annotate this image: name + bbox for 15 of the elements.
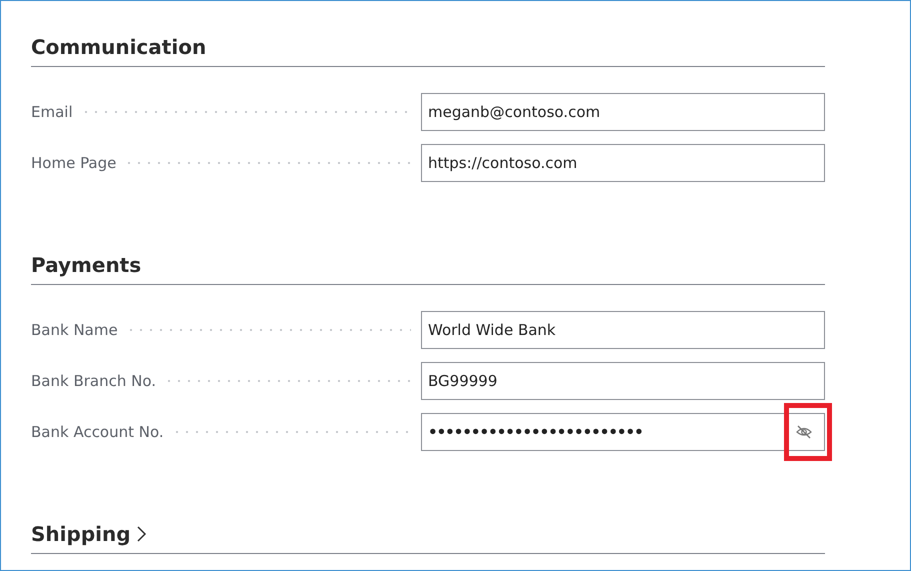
input-field[interactable]: World Wide Bank <box>421 311 825 349</box>
input-field[interactable]: https://contoso.com <box>421 144 825 182</box>
field-label: Bank Account No. <box>31 423 165 441</box>
eye-slash-icon <box>796 425 812 439</box>
field-label: Home Page <box>31 154 118 172</box>
section-title: Payments <box>31 252 142 278</box>
field-label: Email <box>31 103 74 121</box>
section-title[interactable]: Shipping <box>31 521 131 547</box>
password-field[interactable]: ••••••••••••••••••••••••• <box>421 413 825 451</box>
input-field[interactable]: BG99999 <box>421 362 825 400</box>
field-label: Bank Branch No. <box>31 372 158 390</box>
chevron-icon[interactable] <box>134 524 147 544</box>
section-title: Communication <box>31 34 206 60</box>
input-field[interactable]: meganb@contoso.com <box>421 93 825 131</box>
field-label: Bank Name <box>31 321 119 339</box>
